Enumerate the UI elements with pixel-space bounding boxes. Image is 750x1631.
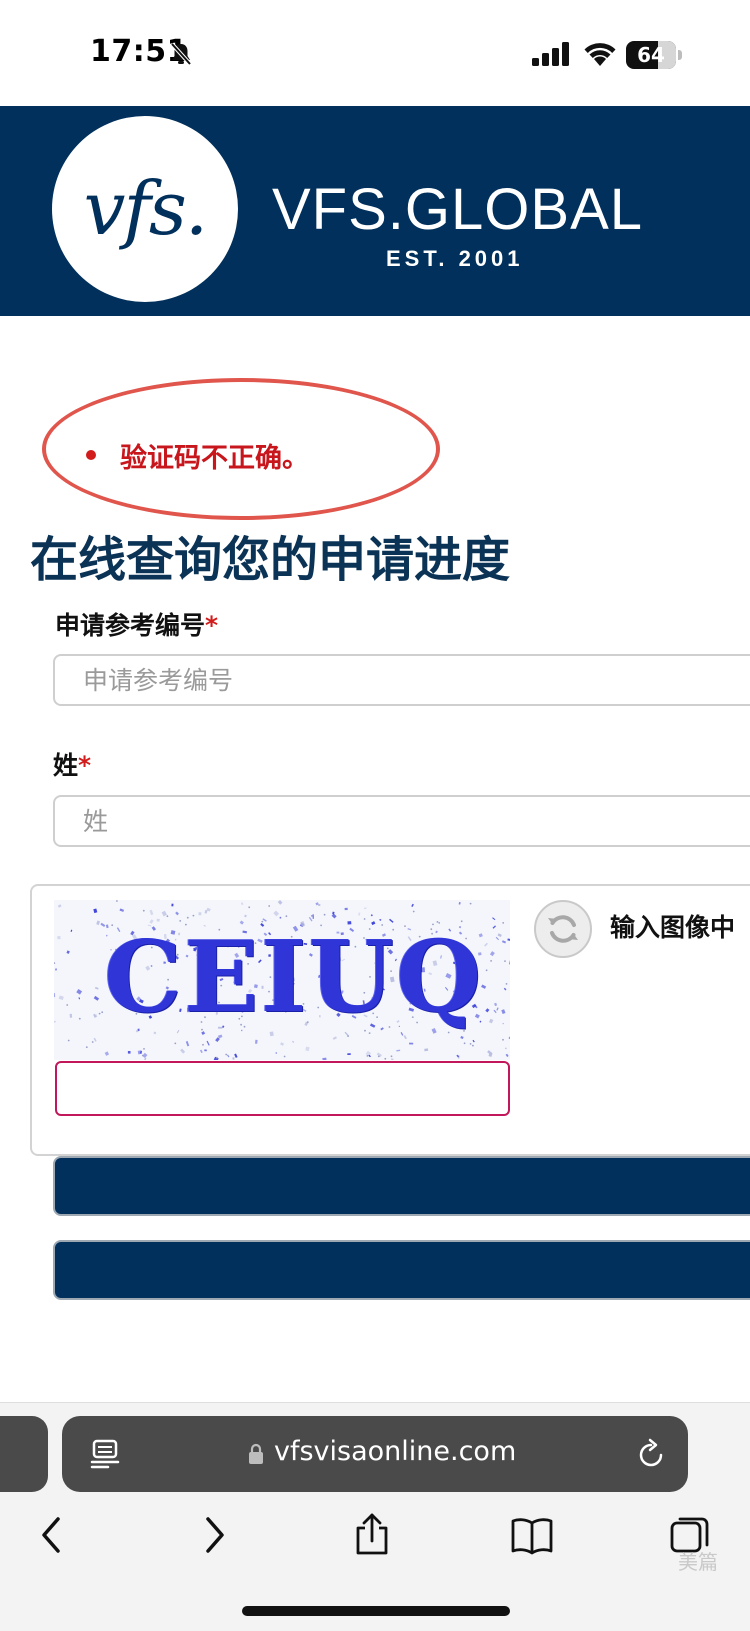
required-mark: * (205, 611, 219, 640)
previous-tab-preview[interactable] (0, 1416, 48, 1492)
battery-icon: 64 (626, 41, 682, 69)
captcha-hint: 输入图像中 (610, 913, 736, 942)
bookmarks-icon[interactable] (510, 1513, 554, 1557)
submit-button[interactable] (53, 1156, 750, 1216)
battery-level: 64 (637, 43, 665, 67)
watermark: 美篇 (678, 1550, 718, 1574)
reference-number-input[interactable] (53, 654, 750, 706)
bell-slash-icon (170, 42, 192, 66)
url-text: vfsvisaonline.com (274, 1436, 517, 1467)
reference-number-label: 申请参考编号* (55, 606, 218, 642)
secondary-action-button[interactable] (53, 1240, 750, 1300)
error-bullet (86, 450, 96, 460)
address-bar[interactable]: vfsvisaonline.com (62, 1416, 688, 1492)
surname-label-text: 姓 (53, 751, 79, 780)
page-title: 在线查询您的申请进度 (30, 532, 511, 588)
vfs-logo-mark: vfs. (83, 166, 209, 252)
forward-icon[interactable] (192, 1513, 236, 1557)
captcha-input[interactable] (55, 1061, 510, 1116)
status-bar: 17:51 64 (0, 0, 750, 106)
refresh-icon (548, 915, 578, 943)
vfs-established: EST. 2001 (386, 246, 524, 271)
error-message: 验证码不正确。 (120, 443, 309, 474)
reload-icon[interactable] (636, 1438, 666, 1470)
reference-number-label-text: 申请参考编号 (55, 611, 206, 640)
captcha-refresh-button[interactable] (534, 900, 592, 958)
required-mark: * (78, 751, 92, 780)
surname-input[interactable] (53, 795, 750, 847)
vfs-logo[interactable]: vfs. (52, 116, 238, 302)
vfs-brand-name: VFS.GLOBAL (272, 177, 644, 242)
wifi-icon (584, 43, 616, 66)
back-icon[interactable] (30, 1513, 74, 1557)
home-indicator[interactable] (242, 1606, 510, 1616)
vfs-header-banner: vfs. VFS.GLOBAL EST. 2001 (0, 106, 750, 316)
captcha-image: CEIUQ (54, 900, 510, 1060)
page-menu-icon[interactable] (90, 1438, 120, 1470)
share-icon[interactable] (350, 1513, 394, 1557)
surname-label: 姓* (53, 746, 91, 782)
cellular-signal-icon (532, 42, 569, 66)
lock-icon (249, 1443, 263, 1464)
captcha-code: CEIUQ (104, 920, 484, 1035)
